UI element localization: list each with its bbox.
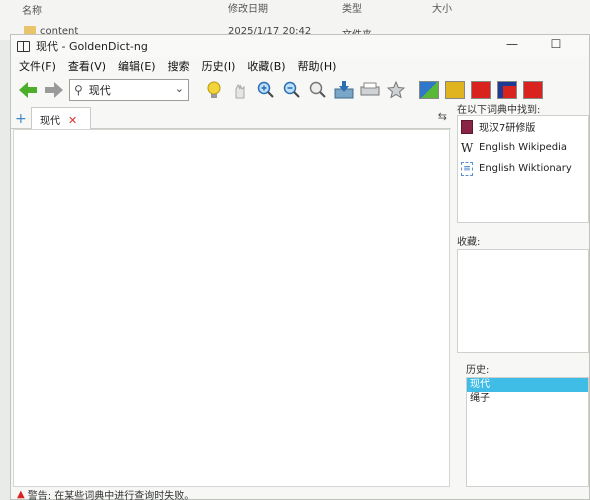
menu-help[interactable]: 帮助(H) — [298, 58, 337, 75]
title-bar[interactable]: 现代 - GoldenDict-ng — ☐ — [11, 35, 589, 57]
zoom-out-icon — [283, 81, 300, 98]
column-header-size[interactable]: 大小 — [432, 0, 452, 15]
warning-icon: ▲ — [17, 488, 25, 500]
right-sidebar: 在以下词典中找到: 现汉7研修版 W English Wikipedia ≡ E… — [454, 97, 590, 487]
history-panel: 现代 绳子 — [466, 377, 589, 487]
dictionary-item[interactable]: W English Wikipedia — [458, 137, 588, 158]
found-in-label: 在以下词典中找到: — [457, 105, 541, 116]
back-button[interactable] — [17, 79, 39, 101]
scan-popup-button[interactable] — [203, 79, 225, 101]
goldendict-window: 现代 - GoldenDict-ng — ☐ 文件(F) 查看(V) 编辑(E)… — [10, 34, 590, 500]
maximize-button[interactable]: ☐ — [541, 37, 571, 55]
history-label: 历史: — [466, 365, 490, 376]
book-icon — [461, 119, 473, 134]
history-item[interactable]: 绳子 — [467, 392, 588, 406]
tab-bar: + 现代 ✕ ⇆ — [11, 107, 451, 129]
tab-list-icon[interactable]: ⇆ — [438, 110, 447, 123]
chevron-down-icon[interactable]: ⌄ — [175, 82, 184, 95]
pronounce-button[interactable] — [229, 79, 251, 101]
menu-history[interactable]: 历史(I) — [202, 58, 236, 75]
menu-favorites[interactable]: 收藏(B) — [247, 58, 285, 75]
dictionary-item[interactable]: 现汉7研修版 — [458, 116, 588, 137]
lightbulb-icon — [207, 81, 221, 98]
print-button[interactable] — [359, 79, 381, 101]
menu-view[interactable]: 查看(V) — [68, 58, 106, 75]
search-input[interactable]: ⚲ 现代 ⌄ — [69, 79, 189, 101]
article-view[interactable] — [13, 129, 450, 487]
status-bar: ▲ 警告: 在某些词典中进行查询时失败。 — [11, 487, 589, 500]
menu-file[interactable]: 文件(F) — [19, 58, 56, 75]
search-icon: ⚲ — [74, 83, 83, 97]
menu-edit[interactable]: 编辑(E) — [118, 58, 156, 75]
column-header-name[interactable]: 名称 — [22, 2, 42, 17]
zoom-reset-button[interactable] — [307, 79, 329, 101]
forward-button[interactable] — [43, 79, 65, 101]
save-icon — [334, 81, 354, 99]
search-input-value: 现代 — [88, 84, 111, 97]
found-in-dictionaries-panel: 现汉7研修版 W English Wikipedia ≡ English Wik… — [457, 115, 589, 223]
window-title: 现代 - GoldenDict-ng — [36, 40, 148, 53]
tab-label: 现代 — [40, 116, 60, 127]
wiktionary-icon: ≡ — [461, 161, 473, 176]
wikipedia-icon: W — [460, 140, 474, 155]
dictionary-group-icon[interactable] — [419, 81, 439, 99]
minimize-button[interactable]: — — [497, 37, 527, 55]
history-item[interactable]: 现代 — [467, 378, 588, 392]
printer-icon — [360, 82, 380, 96]
dictionary-item[interactable]: ≡ English Wiktionary — [458, 158, 588, 179]
save-article-button[interactable] — [333, 79, 355, 101]
zoom-in-icon — [257, 81, 274, 98]
tab-current[interactable]: 现代 ✕ — [31, 107, 91, 129]
column-header-date[interactable]: 修改日期 — [228, 0, 268, 15]
hand-icon — [235, 83, 245, 99]
favorites-label: 收藏: — [457, 237, 481, 248]
add-tab-button[interactable]: + — [15, 111, 27, 127]
forward-arrow-icon — [45, 82, 63, 98]
book-icon — [17, 40, 30, 52]
column-header-type[interactable]: 类型 — [342, 0, 362, 15]
favorites-panel[interactable] — [457, 249, 589, 353]
zoom-reset-icon — [309, 81, 326, 98]
zoom-out-button[interactable] — [281, 79, 303, 101]
menu-bar: 文件(F) 查看(V) 编辑(E) 搜索 历史(I) 收藏(B) 帮助(H) — [11, 58, 589, 75]
menu-search[interactable]: 搜索 — [168, 58, 190, 75]
add-to-favorites-button[interactable] — [385, 79, 407, 101]
star-icon — [387, 81, 405, 99]
tab-close-icon[interactable]: ✕ — [68, 114, 77, 127]
zoom-in-button[interactable] — [255, 79, 277, 101]
status-text: 警告: 在某些词典中进行查询时失败。 — [27, 490, 195, 500]
back-arrow-icon — [19, 82, 37, 98]
